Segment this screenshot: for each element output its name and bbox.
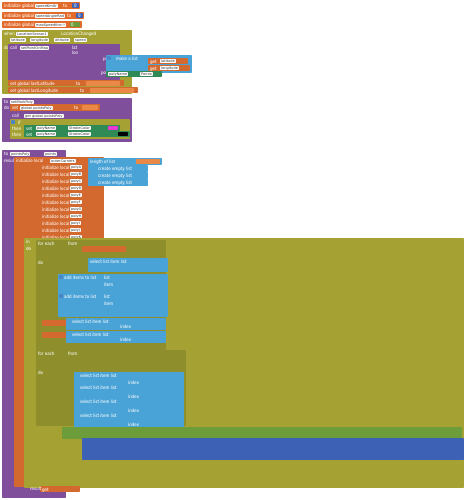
local-name[interactable]: polyD [70,186,83,190]
event-name: .LocationChanged [60,31,97,36]
proc-name[interactable]: setPointOnMap [20,45,50,50]
global-keyword: initialize global [4,22,35,27]
local-name[interactable]: polyG [70,207,83,211]
param-altitude[interactable]: altitude [54,38,70,42]
select-list-1[interactable]: select list item list [88,258,168,272]
set-global-points[interactable]: set global pointsPoly to [10,104,100,111]
call-label: call [10,45,17,50]
global-value[interactable]: 0 [74,3,77,8]
when-label: when [4,31,15,36]
param-latitude[interactable]: latitude [10,38,26,42]
local-name[interactable]: polyF [70,200,82,204]
magenta-color-swatch[interactable] [108,126,118,130]
local-init-row[interactable]: initialize local polyA [40,164,90,170]
get-outer-1[interactable] [82,246,126,252]
event-component[interactable]: LocationSensor1 [16,31,48,36]
gear-icon[interactable] [59,294,63,298]
local-init-row[interactable]: initialize local polyB [40,171,90,177]
make-a-list-label: make a list [116,56,138,61]
get-result[interactable]: get [40,486,80,492]
global-keyword: initialize global [4,13,35,18]
add-items-2[interactable]: add items to list list item [58,293,168,317]
local-init-label: initialize local [42,206,70,212]
gear-icon[interactable] [107,56,111,60]
global-block-1[interactable]: initialize global speedKmHr to 0 [2,2,80,9]
local-init-label: initialize local [42,185,70,191]
to-label: to [63,3,68,8]
gear-icon[interactable] [11,120,15,124]
local-name[interactable]: polyE [70,193,82,197]
local-name[interactable]: polyJ [70,228,81,232]
local-init-row[interactable]: initialize local polyE [40,192,90,198]
poly-component[interactable]: polyName Points [106,71,162,77]
select-list-a[interactable]: select list item list index [66,318,166,330]
set-stroke-2[interactable]: set polyName StrokeColor [24,131,130,137]
local-init-label: initialize local [42,171,70,177]
local-init-row[interactable]: initialize local polyC [40,178,90,184]
param-speed[interactable]: speed [74,38,87,42]
local-init-label: initialize local [42,178,70,184]
global-value[interactable]: 0 [78,13,81,18]
local-init-label: initialize local [42,199,70,205]
local-name[interactable]: polyC [70,179,83,183]
param-longitude[interactable]: longitude [30,38,49,42]
local-init-row[interactable]: initialize local polyD [40,185,90,191]
local-name[interactable]: polyB [70,172,83,176]
proc3-param[interactable]: points [44,151,58,156]
global-keyword: initialize global [4,3,35,8]
select-list-b[interactable]: select list item list index [66,331,166,343]
local-init-row[interactable]: initialize local polyI [40,220,90,226]
global-name[interactable]: speedKmHr [35,3,58,8]
local-init-label: initialize local [42,192,70,198]
local-name[interactable]: polyH [70,214,83,218]
proc3-name[interactable]: pointsPoly [10,151,31,156]
local-name[interactable]: polyI [70,221,81,225]
global-value[interactable]: 0 [71,22,74,27]
gear-icon[interactable] [59,275,63,279]
proc-name[interactable]: setMarkPoly [10,99,34,104]
create-empty-1[interactable]: create empty list [88,165,148,172]
local-init-label: initialize local [42,227,70,233]
local-init-row[interactable]: initialize local polyF [40,199,90,205]
global-block-2[interactable]: initialize global speedAngleRad to 0 [2,12,84,19]
local-init-row[interactable]: initialize local polyH [40,213,90,219]
black-color-swatch[interactable] [118,132,128,136]
create-empty-3[interactable]: create empty list [88,179,148,186]
select-list-c[interactable]: select list item list index select list … [74,372,184,428]
result-label: result [30,486,42,491]
to-label: to [61,22,66,27]
local-name[interactable]: polyA [70,165,83,169]
get-latitude[interactable]: get latitude [148,58,188,64]
set-last-lat[interactable]: set global lastLatitude to [8,80,124,86]
global-name[interactable]: speedAngleRad [35,13,65,18]
local-init-label: initialize local [42,164,70,170]
local-init-row[interactable]: initialize local polyG [40,206,90,212]
math-bar[interactable] [82,438,464,460]
arg-lon: lon [72,50,79,55]
call-block[interactable]: call setPointOnMap lat lon point poly [8,44,120,80]
local-init-row[interactable]: initialize local polyJ [40,227,90,233]
set-last-lon[interactable]: set global lastLongitude to [8,87,138,93]
call-polyName[interactable]: call get global pointsPoly [10,112,120,119]
local-init-label: initialize local [42,213,70,219]
longitude-select[interactable]: longitude [160,66,179,70]
latitude-select[interactable]: latitude [160,59,176,63]
create-empty-2[interactable]: create empty list [88,172,148,179]
global-block-3[interactable]: initialize global maxSpeedKmHr to 0 [2,21,82,28]
to-label: to [67,13,72,18]
length-of-list[interactable]: length of list [88,158,162,165]
local-init-label: initialize local [42,220,70,226]
